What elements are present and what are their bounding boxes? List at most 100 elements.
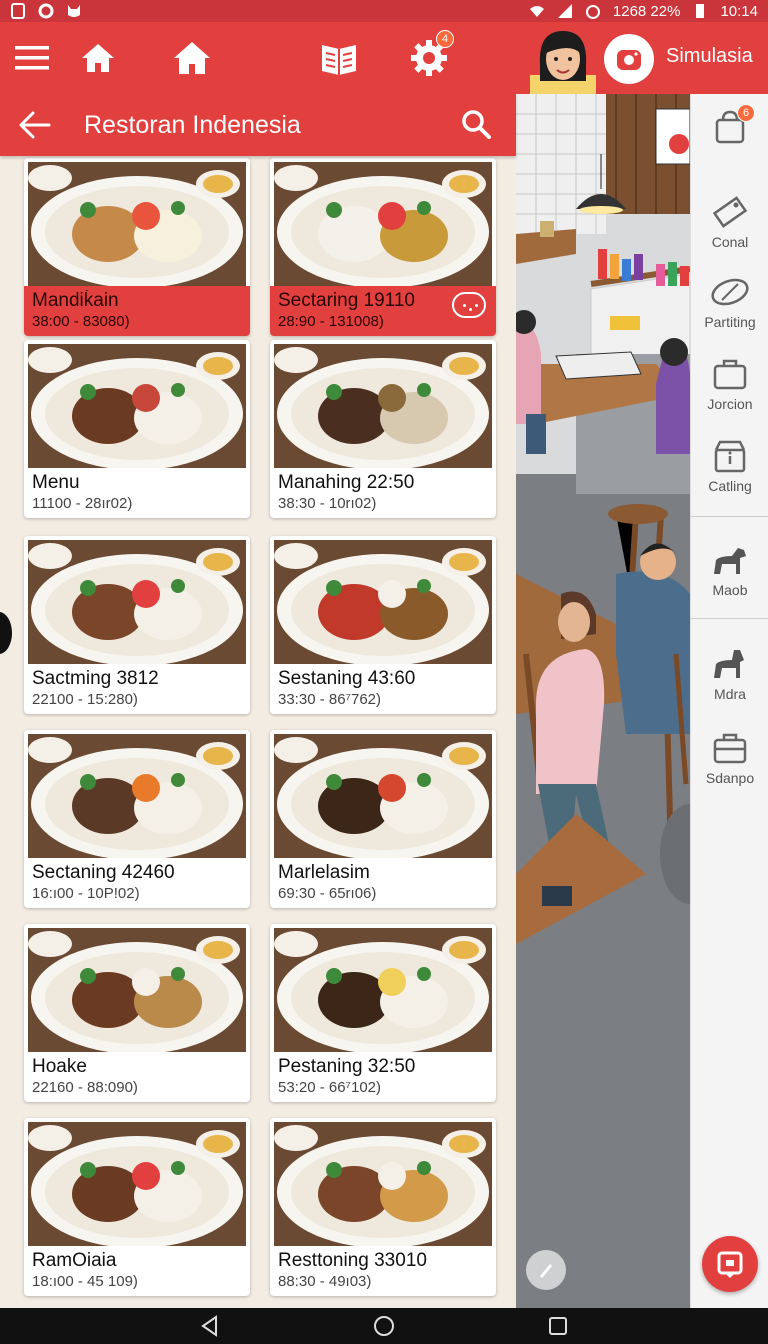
rail-label: Jorcion bbox=[707, 396, 753, 412]
menu-card-caption: Hoake 22160 - 88:090) bbox=[24, 1052, 250, 1102]
menu-item-time: 18:ı00 - 45 109) bbox=[32, 1273, 138, 1290]
menu-item-time: 16:ı00 - 10P!02) bbox=[32, 885, 140, 902]
rail-divider bbox=[691, 618, 768, 619]
brand-label[interactable]: Simulasia bbox=[666, 45, 753, 68]
food-photo bbox=[274, 540, 492, 664]
rail-label: Partiting bbox=[704, 314, 756, 330]
panel-header: Restoran Indenesia bbox=[0, 94, 516, 156]
alarm-icon bbox=[585, 5, 600, 19]
status-bar: 1268 22% 10:14 bbox=[0, 0, 768, 22]
menu-card[interactable]: Pestaning 32:50 53:20 - 66⁷102) bbox=[270, 924, 496, 1102]
back-nav-icon[interactable] bbox=[198, 1314, 222, 1338]
menu-item-name: Manahing 22:50 bbox=[278, 472, 415, 493]
system-nav-bar bbox=[0, 1308, 768, 1344]
cat-icon bbox=[68, 5, 80, 17]
menu-card-caption: Sestaning 43:60 33:30 - 86⁷762) bbox=[270, 664, 496, 714]
briefcase-icon bbox=[713, 359, 747, 390]
food-photo bbox=[28, 928, 246, 1052]
menu-item-name: RamOiaia bbox=[32, 1250, 117, 1271]
camera-button[interactable] bbox=[604, 34, 654, 84]
menu-item-name: Resttoning 33010 bbox=[278, 1250, 427, 1271]
menu-item-name: Marlelasim bbox=[278, 862, 370, 883]
status-text: 1268 22% bbox=[612, 2, 681, 20]
rail-item-conal[interactable]: Conal bbox=[691, 180, 768, 260]
menu-card-caption: Sactming 3812 22100 - 15:280) bbox=[24, 664, 250, 714]
menu-button[interactable] bbox=[10, 22, 54, 94]
rail-label: Catling bbox=[708, 478, 752, 494]
food-photo bbox=[274, 928, 492, 1052]
recents-nav-icon[interactable] bbox=[546, 1314, 570, 1338]
menu-card[interactable]: Sestaning 43:60 33:30 - 86⁷762) bbox=[270, 536, 496, 714]
pill-icon bbox=[711, 278, 749, 306]
food-photo bbox=[274, 344, 492, 468]
menu-card-caption: Manahing 22:50 38:30 - 10rı02) bbox=[270, 468, 496, 518]
food-photo bbox=[274, 162, 492, 286]
menu-card[interactable]: Resttoning 33010 88:30 - 49ı03) bbox=[270, 1118, 496, 1296]
menu-item-time: 22100 - 15:280) bbox=[32, 691, 138, 708]
rail-divider bbox=[691, 516, 768, 517]
chat-button[interactable] bbox=[702, 1236, 758, 1292]
home-large-button[interactable] bbox=[172, 22, 212, 94]
rail-item-mdra[interactable]: Mdra bbox=[691, 632, 768, 712]
rail-label: Conal bbox=[711, 234, 749, 250]
rail-label: Maob bbox=[712, 582, 748, 598]
rail-item-jorcion[interactable]: Jorcion bbox=[691, 342, 768, 422]
rail-item-bag[interactable]: 6 bbox=[691, 94, 768, 174]
camera-icon bbox=[617, 50, 641, 70]
edit-button[interactable] bbox=[526, 1250, 566, 1290]
drawer-handle[interactable] bbox=[0, 612, 12, 654]
rail-badge: 6 bbox=[737, 104, 755, 122]
menu-card[interactable]: Marlelasim 69:30 - 65rı06) bbox=[270, 730, 496, 908]
rail-item-partiting[interactable]: Partiting bbox=[691, 260, 768, 340]
menu-item-name: Menu bbox=[32, 472, 80, 493]
book-button[interactable] bbox=[318, 22, 360, 94]
rail-item-maob[interactable]: Maob bbox=[691, 528, 768, 608]
food-photo bbox=[28, 734, 246, 858]
menu-list[interactable]: Mandiḱain 38:00 - 83080) Sectaring 19110 28… bbox=[0, 156, 516, 1308]
menu-item-name: Pestaning 32:50 bbox=[278, 1056, 416, 1077]
menu-card[interactable]: Sectaning 42460 16:ı00 - 10P!02) bbox=[24, 730, 250, 908]
restaurant-scene-image bbox=[516, 94, 690, 1308]
food-photo bbox=[274, 734, 492, 858]
menu-card-caption: Marlelasim 69:30 - 65rı06) bbox=[270, 858, 496, 908]
menu-card[interactable]: Sactming 3812 22100 - 15:280) bbox=[24, 536, 250, 714]
menu-item-time: 33:30 - 86⁷762) bbox=[278, 691, 382, 708]
settings-button[interactable]: 4 bbox=[406, 22, 454, 94]
rail-item-sdanpo[interactable]: Sdanpo bbox=[691, 716, 768, 796]
circle-icon bbox=[38, 3, 54, 19]
food-photo bbox=[274, 1122, 492, 1246]
status-clock: 10:14 bbox=[720, 2, 758, 20]
rail-label: Mdra bbox=[714, 686, 746, 702]
food-photo bbox=[28, 162, 246, 286]
rail-item-catling[interactable]: Catling bbox=[691, 424, 768, 504]
menu-item-time: 38:00 - 83080) bbox=[32, 313, 130, 330]
menu-card[interactable]: RamOiaia 18:ı00 - 45 109) bbox=[24, 1118, 250, 1296]
menu-item-time: 38:30 - 10rı02) bbox=[278, 495, 377, 512]
arrow-left-icon[interactable] bbox=[18, 110, 52, 140]
more-options-button[interactable] bbox=[452, 292, 486, 318]
avatar[interactable] bbox=[530, 25, 596, 95]
home-button[interactable] bbox=[78, 22, 118, 94]
menu-card[interactable]: Mandiḱain 38:00 - 83080) bbox=[24, 158, 250, 336]
menu-card-caption: Menu 11100 - 28ır02) bbox=[24, 468, 250, 518]
home-nav-icon[interactable] bbox=[372, 1314, 396, 1338]
battery-icon bbox=[696, 4, 705, 18]
shop-icon bbox=[714, 440, 746, 473]
home-large-icon bbox=[174, 42, 210, 74]
menu-card[interactable]: Manahing 22:50 38:30 - 10rı02) bbox=[270, 340, 496, 518]
menu-item-time: 11100 - 28ır02) bbox=[32, 495, 133, 512]
tag-icon bbox=[712, 196, 748, 228]
book-icon bbox=[322, 45, 356, 75]
menu-item-name: Sectaning 42460 bbox=[32, 862, 175, 883]
page-title: Restoran Indenesia bbox=[84, 111, 301, 139]
search-icon[interactable] bbox=[460, 108, 492, 140]
home-icon bbox=[82, 44, 114, 72]
menu-item-time: 53:20 - 66⁷102) bbox=[278, 1079, 382, 1096]
menu-item-name: Sestaning 43:60 bbox=[278, 668, 416, 689]
menu-card[interactable]: Menu 11100 - 28ır02) bbox=[24, 340, 250, 518]
menu-item-name: Mandiḱain bbox=[32, 290, 119, 311]
menu-card[interactable]: Sectaring 19110 28:90 - 131008) bbox=[270, 158, 496, 336]
chat-icon bbox=[717, 1251, 743, 1278]
menu-card[interactable]: Hoake 22160 - 88:090) bbox=[24, 924, 250, 1102]
square-icon bbox=[11, 3, 25, 19]
